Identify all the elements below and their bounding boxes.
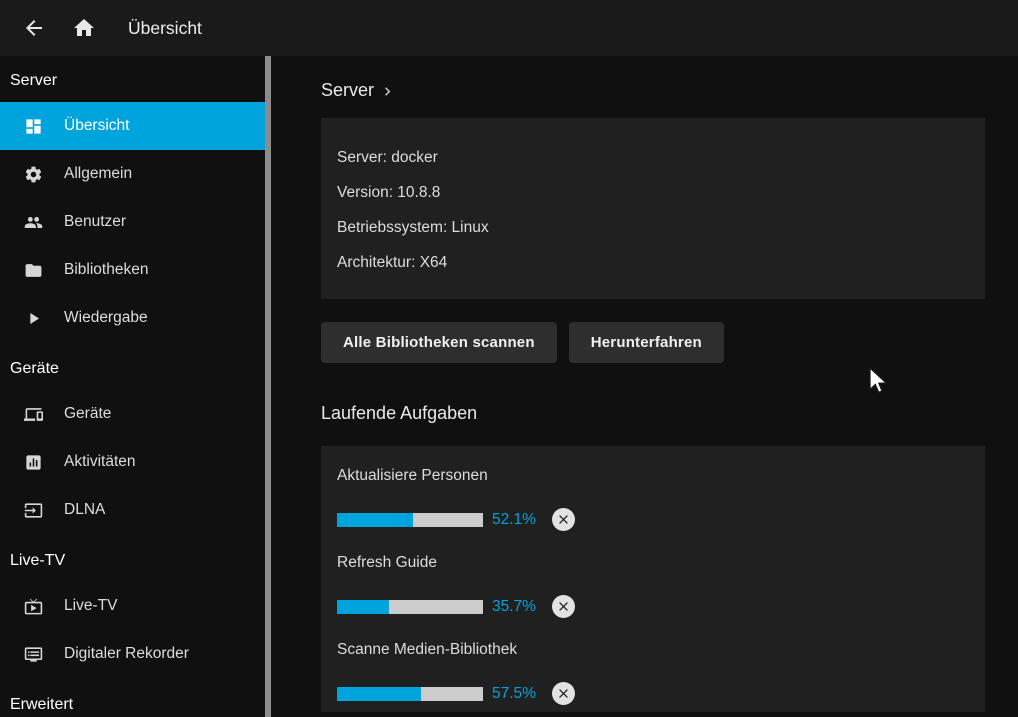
play-icon — [24, 309, 43, 328]
scan-all-libraries-button[interactable]: Alle Bibliotheken scannen — [321, 322, 557, 363]
sidebar-item-label: Live-TV — [64, 597, 117, 615]
task-progress-bar — [337, 600, 483, 614]
sidebar-section-server: Server — [0, 72, 265, 90]
close-icon — [556, 512, 571, 527]
task-name: Refresh Guide — [337, 553, 969, 573]
task-row: Refresh Guide 35.7% — [337, 553, 969, 618]
task-progress-bar — [337, 687, 483, 701]
top-bar: Übersicht — [0, 0, 1018, 56]
stop-task-button[interactable] — [552, 508, 575, 531]
sidebar-item-label: Bibliotheken — [64, 261, 148, 279]
stop-task-button[interactable] — [552, 595, 575, 618]
stop-task-button[interactable] — [552, 682, 575, 705]
sidebar-section-geraete: Geräte — [0, 360, 265, 378]
back-button[interactable] — [12, 6, 56, 50]
task-name: Scanne Medien-Bibliothek — [337, 640, 969, 660]
sidebar-item-benutzer[interactable]: Benutzer — [0, 198, 265, 246]
task-progress-fill — [337, 513, 413, 527]
task-row: Aktualisiere Personen 52.1% — [337, 466, 969, 531]
sidebar-item-label: Übersicht — [64, 117, 129, 135]
task-name: Aktualisiere Personen — [337, 466, 969, 486]
server-os-line: Betriebssystem: Linux — [337, 218, 969, 238]
arrow-back-icon — [22, 16, 46, 40]
sidebar-item-label: Geräte — [64, 405, 111, 423]
sidebar-item-aktivitaeten[interactable]: Aktivitäten — [0, 438, 265, 486]
page-title: Übersicht — [128, 18, 202, 39]
users-icon — [24, 213, 43, 232]
server-name-line: Server: docker — [337, 148, 969, 168]
running-tasks-card: Aktualisiere Personen 52.1% Refresh Guid… — [321, 446, 985, 712]
analytics-icon — [24, 453, 43, 472]
devices-icon — [24, 405, 43, 424]
sidebar-item-label: Aktivitäten — [64, 453, 136, 471]
close-icon — [556, 599, 571, 614]
server-version-line: Version: 10.8.8 — [337, 183, 969, 203]
sidebar-item-uebersicht[interactable]: Übersicht — [0, 102, 265, 150]
action-buttons-row: Alle Bibliotheken scannen Herunterfahren — [321, 322, 985, 363]
task-row: Scanne Medien-Bibliothek 57.5% — [337, 640, 969, 705]
server-section-heading[interactable]: Server — [321, 80, 985, 101]
home-button[interactable] — [62, 6, 106, 50]
sidebar-section-erweitert: Erweitert — [0, 696, 265, 714]
dashboard-icon — [24, 117, 43, 136]
sidebar-item-dlna[interactable]: DLNA — [0, 486, 265, 534]
sidebar-item-wiedergabe[interactable]: Wiedergabe — [0, 294, 265, 342]
sidebar-item-label: Benutzer — [64, 213, 126, 231]
admin-sidebar: Server Übersicht Allgemein Benutzer Bibl… — [0, 56, 265, 717]
sidebar-item-label: Allgemein — [64, 165, 132, 183]
close-icon — [556, 686, 571, 701]
task-progress-bar — [337, 513, 483, 527]
task-progress-fill — [337, 687, 421, 701]
running-tasks-heading: Laufende Aufgaben — [321, 403, 985, 424]
settings-icon — [24, 165, 43, 184]
server-heading-label: Server — [321, 80, 374, 101]
server-info-card: Server: docker Version: 10.8.8 Betriebss… — [321, 118, 985, 299]
sidebar-section-live-tv: Live-TV — [0, 552, 265, 570]
folder-icon — [24, 261, 43, 280]
server-arch-line: Architektur: X64 — [337, 253, 969, 273]
live-tv-icon — [24, 597, 43, 616]
task-progress-fill — [337, 600, 389, 614]
sidebar-item-geraete[interactable]: Geräte — [0, 390, 265, 438]
sidebar-item-bibliotheken[interactable]: Bibliotheken — [0, 246, 265, 294]
task-percent: 52.1% — [492, 511, 540, 529]
main-content: Server Server: docker Version: 10.8.8 Be… — [271, 56, 1018, 717]
sidebar-item-digitaler-rekorder[interactable]: Digitaler Rekorder — [0, 630, 265, 678]
sidebar-item-live-tv[interactable]: Live-TV — [0, 582, 265, 630]
task-percent: 57.5% — [492, 685, 540, 703]
chevron-right-icon — [379, 83, 396, 100]
sidebar-item-label: Wiedergabe — [64, 309, 148, 327]
sidebar-item-label: DLNA — [64, 501, 105, 519]
input-icon — [24, 501, 43, 520]
task-percent: 35.7% — [492, 598, 540, 616]
dvr-icon — [24, 645, 43, 664]
sidebar-item-allgemein[interactable]: Allgemein — [0, 150, 265, 198]
home-icon — [72, 16, 96, 40]
shutdown-button[interactable]: Herunterfahren — [569, 322, 724, 363]
sidebar-item-label: Digitaler Rekorder — [64, 645, 189, 663]
